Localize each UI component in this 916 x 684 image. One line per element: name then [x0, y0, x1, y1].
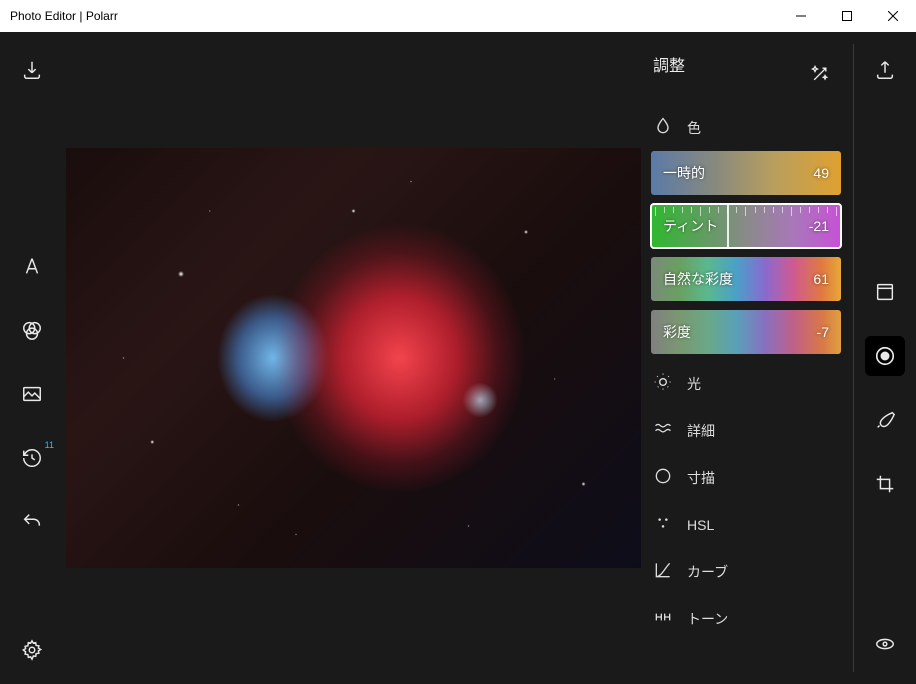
section-hsl[interactable]: HSL	[643, 501, 847, 548]
window-titlebar: Photo Editor | Polarr	[0, 0, 916, 32]
image-canvas[interactable]	[66, 148, 641, 568]
brush-button[interactable]	[865, 400, 905, 440]
undo-button[interactable]	[12, 502, 52, 542]
section-hsl-label: HSL	[687, 517, 714, 533]
section-tone[interactable]: トーン	[643, 595, 847, 642]
history-count-badge: 11	[45, 440, 54, 450]
section-light[interactable]: 光	[643, 360, 847, 407]
slider-saturation-value: -7	[817, 324, 829, 340]
slider-temperature-label: 一時的	[663, 163, 705, 183]
section-color-label: 色	[687, 118, 701, 138]
section-color[interactable]: 色	[643, 104, 847, 151]
slider-vibrance-label: 自然な彩度	[663, 269, 733, 289]
slider-temperature-value: 49	[813, 165, 829, 181]
slider-tint-value: -21	[809, 218, 829, 234]
crop-button[interactable]	[865, 464, 905, 504]
section-curve[interactable]: カーブ	[643, 548, 847, 595]
circle-icon	[653, 466, 673, 489]
slider-tint-label: ティント	[663, 216, 718, 236]
presets-button[interactable]	[865, 272, 905, 312]
adjustments-panel: 調整 色 一時的 49 ティント -21 自然な彩度 61 彩度 -7	[643, 32, 853, 684]
image-layer-button[interactable]	[12, 374, 52, 414]
filters-button[interactable]	[12, 310, 52, 350]
tone-icon	[653, 607, 673, 630]
history-button[interactable]: 11	[12, 438, 52, 478]
slider-tint[interactable]: ティント -21	[651, 204, 841, 248]
text-tool-button[interactable]	[12, 246, 52, 286]
slider-tint-thumb[interactable]	[727, 204, 729, 248]
section-vignette[interactable]: 寸描	[643, 454, 847, 501]
slider-ticks	[651, 207, 841, 213]
dots-icon	[653, 513, 673, 536]
adjustments-button[interactable]	[865, 336, 905, 376]
section-detail-label: 詳細	[687, 421, 715, 441]
slider-vibrance[interactable]: 自然な彩度 61	[651, 257, 841, 301]
left-toolbar: 11	[0, 32, 64, 684]
slider-vibrance-value: 61	[813, 271, 829, 287]
section-vignette-label: 寸描	[687, 468, 715, 488]
slider-temperature[interactable]: 一時的 49	[651, 151, 841, 195]
sun-icon	[653, 372, 673, 395]
window-maximize-button[interactable]	[824, 0, 870, 32]
compare-button[interactable]	[865, 624, 905, 664]
section-detail[interactable]: 詳細	[643, 407, 847, 454]
droplet-icon	[653, 116, 673, 139]
section-curve-label: カーブ	[687, 562, 728, 582]
export-button[interactable]	[865, 50, 905, 90]
import-button[interactable]	[12, 50, 52, 90]
window-title: Photo Editor | Polarr	[10, 9, 118, 23]
slider-saturation-label: 彩度	[663, 322, 691, 342]
window-minimize-button[interactable]	[778, 0, 824, 32]
right-toolbar	[854, 32, 916, 684]
slider-saturation[interactable]: 彩度 -7	[651, 310, 841, 354]
auto-enhance-button[interactable]	[800, 54, 840, 94]
curve-icon	[653, 560, 673, 583]
section-light-label: 光	[687, 374, 701, 394]
canvas-area	[64, 32, 643, 684]
section-tone-label: トーン	[687, 609, 728, 629]
window-close-button[interactable]	[870, 0, 916, 32]
waves-icon	[653, 419, 673, 442]
settings-button[interactable]	[12, 630, 52, 670]
